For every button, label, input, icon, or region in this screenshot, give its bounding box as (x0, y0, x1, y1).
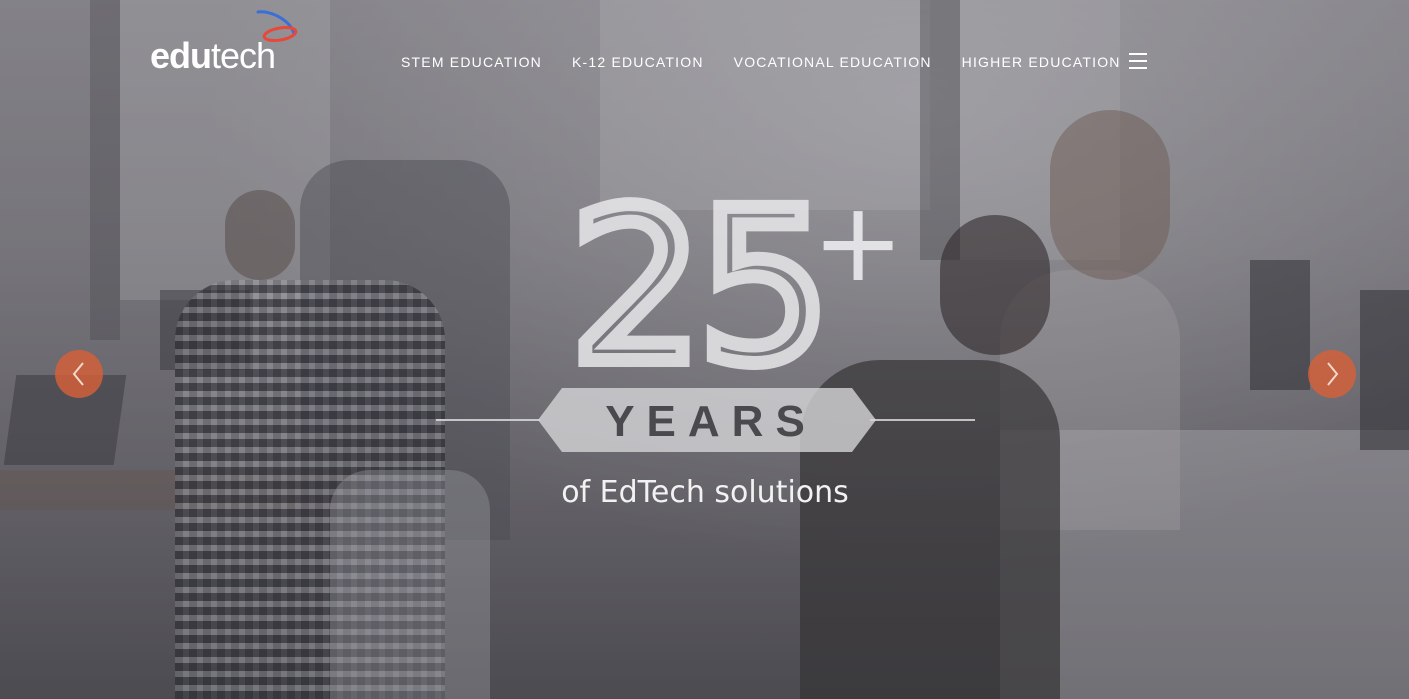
nav-k12-education[interactable]: K-12 EDUCATION (572, 54, 704, 70)
nav-higher-education[interactable]: HIGHER EDUCATION (962, 54, 1121, 70)
hamburger-icon[interactable] (1129, 53, 1147, 69)
nav-stem-education[interactable]: STEM EDUCATION (401, 54, 542, 70)
years-label: YEARS (605, 397, 817, 446)
carousel-next-button[interactable] (1308, 350, 1356, 398)
plus-sign: + (812, 185, 904, 306)
nav-vocational-education[interactable]: VOCATIONAL EDUCATION (734, 54, 932, 70)
logo-wordmark: edutech (150, 35, 276, 76)
edutech-logo[interactable]: edutech (150, 8, 310, 78)
hero-slider: edutech STEM EDUCATION K-12 EDUCATION VO… (0, 0, 1409, 699)
chevron-right-icon (1327, 362, 1339, 386)
carousel-prev-button[interactable] (55, 350, 103, 398)
anniversary-badge: 25 + YEARS of EdTech solutions (430, 185, 980, 515)
main-nav: STEM EDUCATION K-12 EDUCATION VOCATIONAL… (386, 52, 1136, 72)
chevron-left-icon (72, 362, 84, 386)
big-number-graphic: 25 + (563, 185, 904, 385)
big-number-text: 25 (570, 185, 825, 385)
hero-subtitle: of EdTech solutions (561, 475, 849, 510)
